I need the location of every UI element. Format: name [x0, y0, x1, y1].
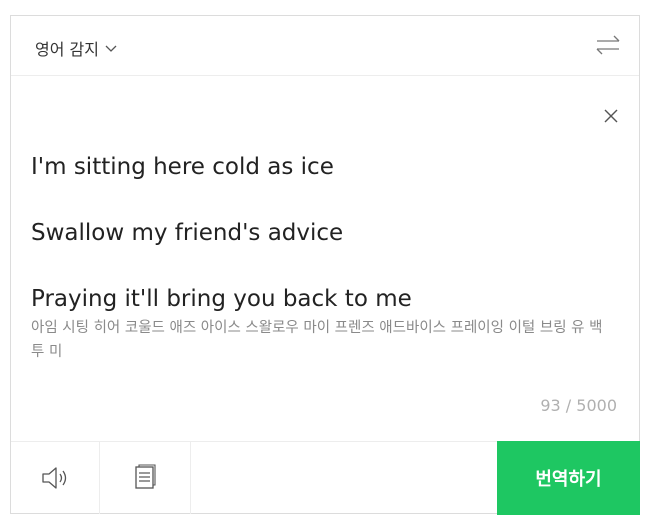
source-line: Swallow my friend's advice — [31, 220, 344, 246]
speaker-icon — [42, 467, 67, 489]
translator-panel: 영어 감지 I'm sitting here cold as ice Swall… — [10, 15, 640, 515]
character-counter: 93 / 5000 — [540, 396, 617, 415]
translate-button[interactable]: 번역하기 — [497, 441, 640, 515]
panel-footer: 번역하기 — [11, 441, 640, 515]
memo-button[interactable] — [100, 442, 191, 514]
panel-header: 영어 감지 — [11, 16, 639, 76]
source-language-label: 영어 감지 — [35, 40, 99, 59]
chevron-down-icon — [105, 45, 117, 52]
source-line: I'm sitting here cold as ice — [31, 154, 334, 180]
document-icon — [135, 464, 156, 489]
pronunciation-text: 아임 시팅 히어 코울드 애즈 아이스 스왈로우 마이 프렌즈 애드바이스 프레… — [31, 320, 603, 360]
source-language-selector[interactable]: 영어 감지 — [35, 36, 118, 60]
source-text-input[interactable]: I'm sitting here cold as ice Swallow my … — [31, 134, 591, 332]
swap-arrows-icon[interactable] — [595, 35, 621, 55]
close-icon[interactable] — [603, 108, 619, 124]
listen-button[interactable] — [11, 442, 100, 514]
